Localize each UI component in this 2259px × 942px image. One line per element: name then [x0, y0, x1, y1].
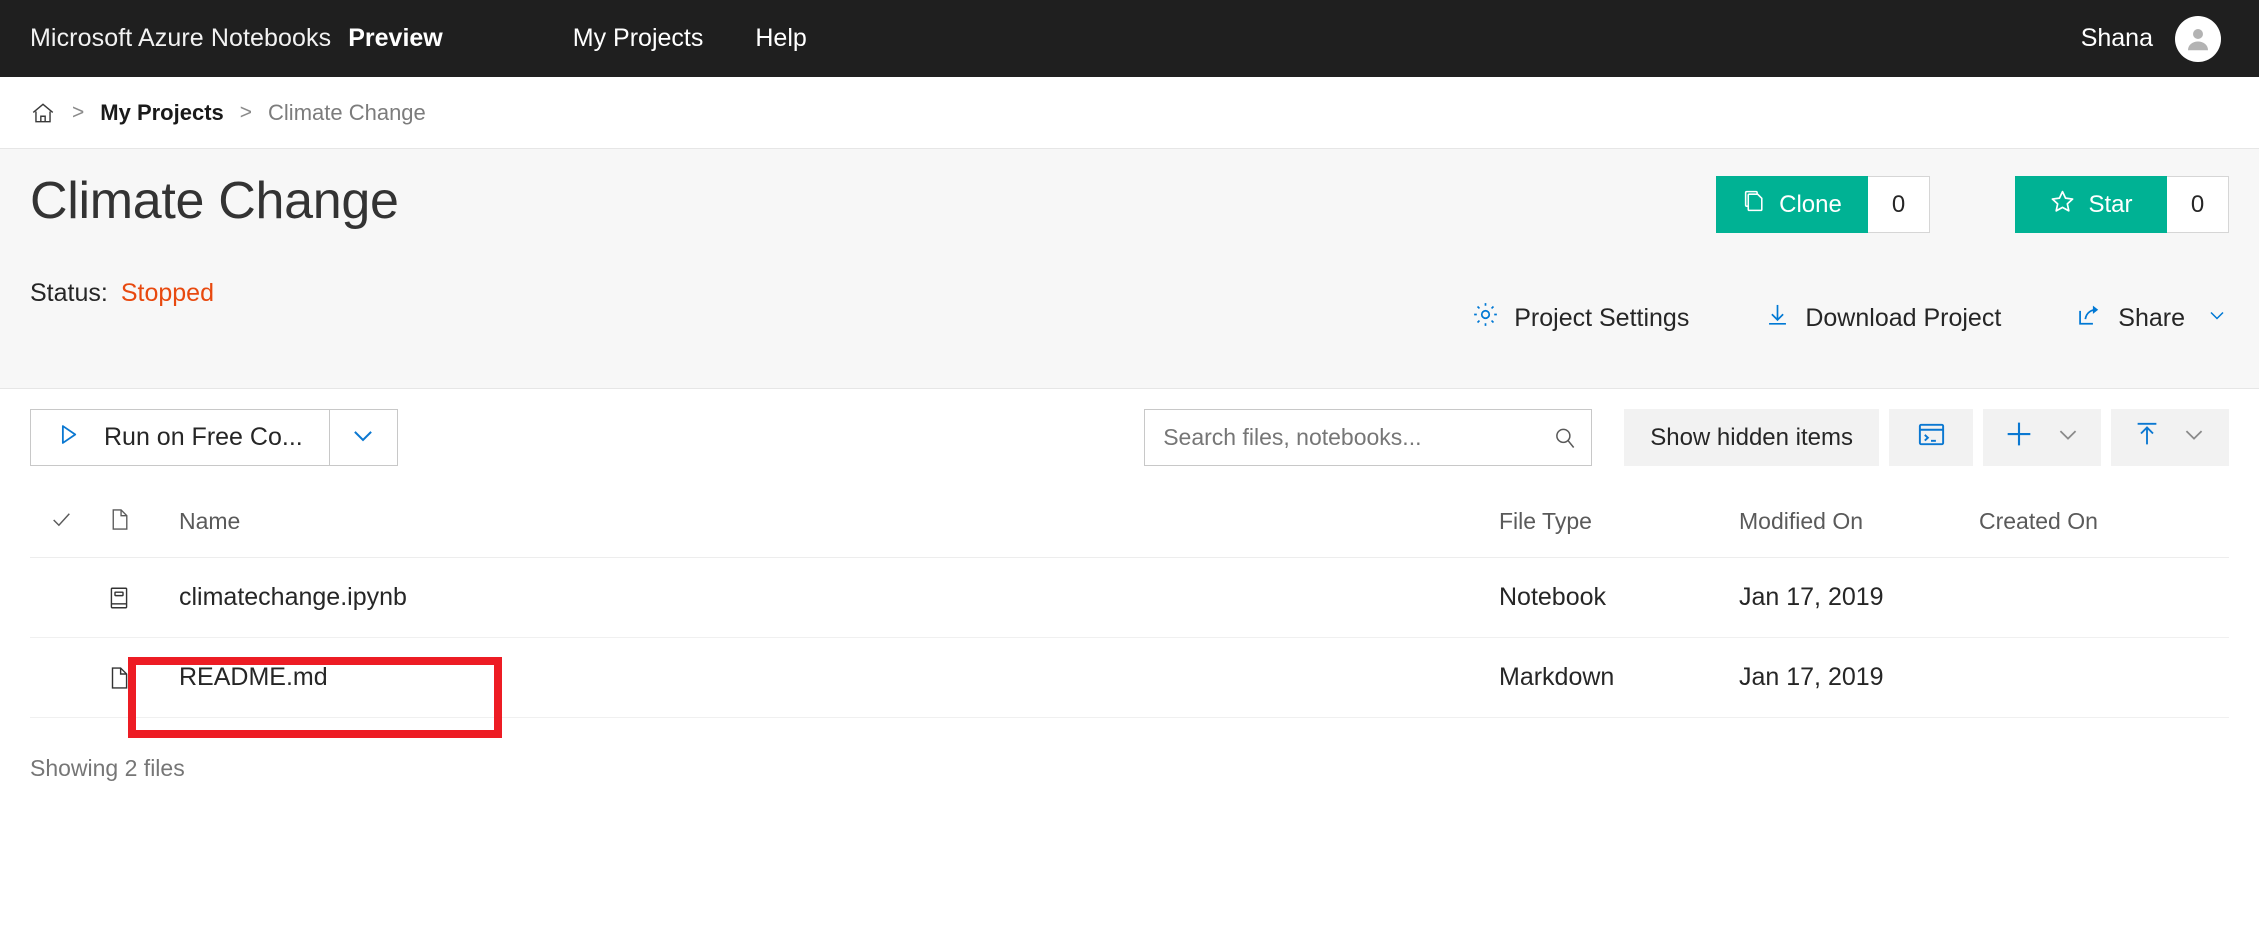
- project-header-actions: Clone 0 Star 0: [1716, 176, 2229, 233]
- run-options-caret[interactable]: [330, 409, 398, 466]
- plus-icon: [2002, 417, 2036, 458]
- star-button-group: Star 0: [2015, 176, 2229, 233]
- file-toolbar: Run on Free Co... Show hidden items: [0, 389, 2259, 486]
- user-name-label: Shana: [2081, 24, 2153, 53]
- new-item-button[interactable]: [1983, 409, 2101, 466]
- chevron-down-icon: [2205, 303, 2229, 334]
- file-type-column-icon: [92, 507, 146, 537]
- file-type-cell: Notebook: [1499, 583, 1739, 612]
- open-terminal-button[interactable]: [1889, 409, 1973, 466]
- search-icon[interactable]: [1552, 425, 1578, 451]
- user-avatar-icon: [2175, 16, 2221, 62]
- upload-icon: [2132, 419, 2162, 456]
- star-icon: [2049, 188, 2076, 222]
- app-brand-title[interactable]: Microsoft Azure Notebooks: [30, 24, 331, 53]
- chevron-down-icon: [2054, 420, 2082, 455]
- column-header-modified-on[interactable]: Modified On: [1739, 508, 1979, 535]
- download-project-link[interactable]: Download Project: [1764, 301, 2001, 335]
- breadcrumb-item-my-projects[interactable]: My Projects: [100, 100, 224, 126]
- file-name-cell: climatechange.ipynb: [146, 583, 1499, 612]
- download-project-label: Download Project: [1805, 304, 2001, 333]
- select-all-checkbox[interactable]: [30, 507, 92, 537]
- modified-on-cell: Jan 17, 2019: [1739, 663, 1979, 692]
- nav-my-projects[interactable]: My Projects: [573, 24, 704, 53]
- gear-icon: [1471, 300, 1500, 336]
- modified-on-cell: Jan 17, 2019: [1739, 583, 1979, 612]
- file-list-table: Name File Type Modified On Created On cl…: [0, 486, 2259, 718]
- run-button-label: Run on Free Co...: [104, 423, 303, 452]
- project-tool-links: Project Settings Download Project Sh: [1471, 300, 2229, 336]
- column-header-name[interactable]: Name: [146, 508, 1499, 535]
- clone-button-label: Clone: [1779, 191, 1842, 219]
- file-link-climatechange[interactable]: climatechange.ipynb: [179, 583, 407, 611]
- play-icon: [55, 421, 82, 455]
- column-header-file-type[interactable]: File Type: [1499, 508, 1739, 535]
- search-input[interactable]: [1144, 409, 1592, 466]
- table-row[interactable]: README.md Markdown Jan 17, 2019: [30, 638, 2229, 718]
- project-header-panel: Climate Change Status: Stopped Clone 0: [0, 148, 2259, 389]
- clone-button[interactable]: Clone: [1716, 176, 1868, 233]
- table-row[interactable]: climatechange.ipynb Notebook Jan 17, 201…: [30, 558, 2229, 638]
- column-header-created-on[interactable]: Created On: [1979, 508, 2229, 535]
- clone-count[interactable]: 0: [1868, 176, 1930, 233]
- file-type-cell: Markdown: [1499, 663, 1739, 692]
- star-button-label: Star: [2088, 191, 2132, 219]
- breadcrumb-item-climate-change: Climate Change: [268, 100, 426, 126]
- chevron-down-icon: [2180, 420, 2208, 455]
- breadcrumb-separator-2: >: [240, 101, 252, 125]
- nav-help[interactable]: Help: [755, 24, 806, 53]
- notebook-icon: [92, 585, 146, 611]
- run-on-free-compute-button[interactable]: Run on Free Co...: [30, 409, 330, 466]
- file-icon: [107, 507, 132, 537]
- checkmark-icon: [49, 507, 74, 537]
- share-icon: [2076, 301, 2104, 336]
- copy-icon: [1742, 189, 1767, 221]
- top-navigation-bar: Microsoft Azure Notebooks Preview My Pro…: [0, 0, 2259, 77]
- file-name-cell: README.md: [146, 663, 1499, 692]
- user-account-menu[interactable]: Shana: [2081, 16, 2221, 62]
- project-settings-link[interactable]: Project Settings: [1471, 300, 1689, 336]
- run-button-group: Run on Free Co...: [30, 409, 398, 466]
- showing-files-count: Showing 2 files: [0, 718, 2259, 782]
- terminal-icon: [1916, 419, 1947, 457]
- main-nav-links: My Projects Help: [573, 24, 807, 53]
- share-label: Share: [2118, 304, 2185, 333]
- home-icon[interactable]: [30, 100, 56, 126]
- breadcrumb: > My Projects > Climate Change: [0, 77, 2259, 148]
- upload-button[interactable]: [2111, 409, 2229, 466]
- show-hidden-items-button[interactable]: Show hidden items: [1624, 409, 1879, 466]
- file-icon: [92, 665, 146, 691]
- breadcrumb-separator-1: >: [72, 101, 84, 125]
- share-link[interactable]: Share: [2076, 301, 2229, 336]
- project-settings-label: Project Settings: [1514, 304, 1689, 333]
- download-arrow-icon: [1764, 301, 1791, 335]
- preview-badge: Preview: [348, 24, 443, 53]
- table-header-row: Name File Type Modified On Created On: [30, 486, 2229, 558]
- star-button[interactable]: Star: [2015, 176, 2167, 233]
- status-label: Status:: [30, 279, 108, 308]
- star-count[interactable]: 0: [2167, 176, 2229, 233]
- status-badge: Stopped: [121, 279, 214, 308]
- file-link-readme[interactable]: README.md: [179, 663, 328, 691]
- clone-button-group: Clone 0: [1716, 176, 1930, 233]
- chevron-down-icon: [348, 420, 378, 455]
- search-box: [1144, 409, 1592, 466]
